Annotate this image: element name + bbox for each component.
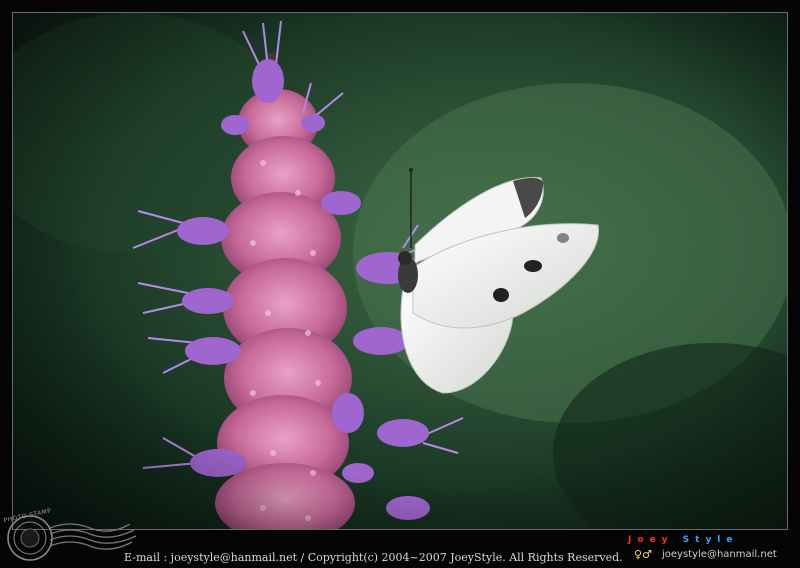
brand-email: joeystyle@hanmail.net [662, 549, 777, 560]
brand-figures-icon: ♀♂ [634, 548, 652, 561]
photograph [12, 12, 788, 530]
photo-frame: PHOTO STAMP E-mail : joeystyle@hanmail.n… [0, 0, 800, 568]
brand-title-part1: Joey [628, 535, 674, 545]
brand-logo-title: Joey Style [628, 535, 739, 545]
photo-illustration [13, 13, 787, 529]
brand-title-part2: Style [682, 535, 739, 545]
copyright-caption: E-mail : joeystyle@hanmail.net / Copyrig… [124, 551, 623, 564]
